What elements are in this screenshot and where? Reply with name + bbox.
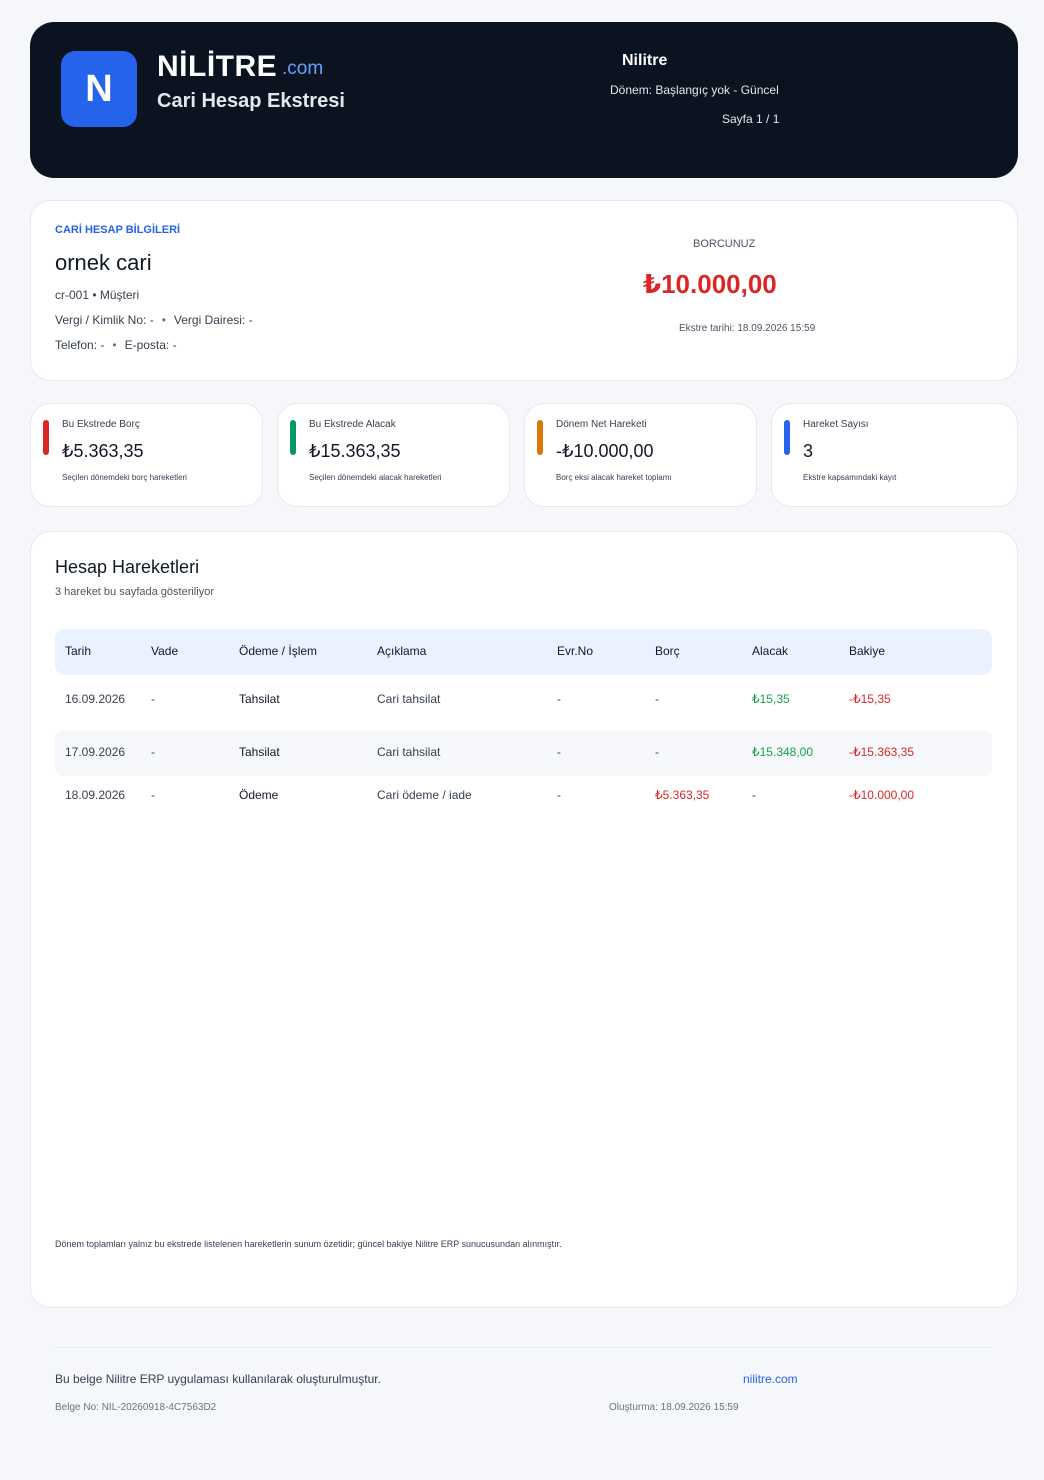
cell-doc-no: -: [557, 745, 561, 759]
kpi-value: -₺10.000,00: [556, 441, 654, 461]
separator-dot: •: [112, 338, 117, 352]
cell-type: Ödeme: [239, 788, 279, 802]
cell-debit: ₺5.363,35: [655, 788, 710, 802]
account-info-card: CARİ HESAP BİLGİLERİ ornek cari cr-001 •…: [30, 200, 1018, 381]
tax-office: Vergi Dairesi: -: [173, 313, 253, 327]
cell-due: -: [151, 692, 155, 706]
movements-card: Hesap Hareketleri 3 hareket bu sayfada g…: [30, 531, 1018, 1308]
movements-footnote: Dönem toplamları yalnız bu ekstrede list…: [55, 1239, 562, 1249]
statement-date: Ekstre tarihi: 18.09.2026 15:59: [679, 323, 816, 334]
column-header-type: Ödeme / İşlem: [239, 644, 318, 658]
period-text: Dönem: Başlangıç yok - Güncel: [610, 83, 779, 97]
cell-date: 17.09.2026: [65, 745, 126, 759]
column-header-debit: Borç: [655, 644, 680, 658]
document-title: Cari Hesap Ekstresi: [157, 90, 345, 112]
separator-dot: •: [161, 313, 166, 327]
footer-site-link[interactable]: nilitre.com: [743, 1372, 798, 1386]
column-header-credit: Alacak: [752, 644, 789, 658]
cell-date: 18.09.2026: [65, 788, 126, 802]
cell-balance: -₺15,35: [849, 692, 891, 706]
column-header-date: Tarih: [65, 644, 92, 658]
balance-label: BORCUNUZ: [693, 238, 756, 250]
cell-description: Cari tahsilat: [377, 692, 441, 706]
kpi-color-bar: [43, 420, 49, 455]
cell-type: Tahsilat: [239, 692, 280, 706]
cell-type: Tahsilat: [239, 745, 280, 759]
kpi-value: ₺5.363,35: [62, 441, 144, 461]
kpi-card-debit: Bu Ekstrede Borç ₺5.363,35 Seçilen dönem…: [30, 403, 263, 507]
movements-subtitle: 3 hareket bu sayfada gösteriliyor: [55, 586, 214, 598]
cell-due: -: [151, 745, 155, 759]
column-header-doc-no: Evr.No: [557, 644, 594, 658]
cell-doc-no: -: [557, 692, 561, 706]
movements-title: Hesap Hareketleri: [55, 557, 200, 577]
brand-suffix: .com: [282, 58, 324, 79]
account-tax-line: Vergi / Kimlik No: - • Vergi Dairesi: -: [55, 313, 253, 327]
cell-credit: ₺15.348,00: [752, 745, 814, 759]
logo-badge: N: [61, 51, 137, 127]
cell-balance: -₺15.363,35: [849, 745, 915, 759]
kpi-card-count: Hareket Sayısı 3 Ekstre kapsamındaki kay…: [771, 403, 1018, 507]
account-section-label: CARİ HESAP BİLGİLERİ: [55, 224, 181, 236]
footer-divider: [55, 1347, 992, 1348]
cell-doc-no: -: [557, 788, 561, 802]
kpi-title: Dönem Net Hareketi: [556, 419, 647, 430]
kpi-value: 3: [803, 441, 814, 461]
brand-name: NİLİTRE: [157, 50, 278, 83]
balance-amount: ₺10.000,00: [643, 269, 777, 299]
kpi-color-bar: [290, 420, 296, 455]
statement-header: N NİLİTRE .com Cari Hesap Ekstresi Nilit…: [30, 22, 1018, 178]
kpi-value: ₺15.363,35: [309, 441, 401, 461]
cell-debit: -: [655, 692, 659, 706]
cell-debit: -: [655, 745, 659, 759]
kpi-note: Ekstre kapsamındaki kayıt: [803, 473, 897, 482]
column-header-balance: Bakiye: [849, 644, 886, 658]
account-name: ornek cari: [55, 250, 152, 275]
column-header-due: Vade: [151, 644, 179, 658]
kpi-card-net: Dönem Net Hareketi -₺10.000,00 Borç eksi…: [524, 403, 757, 507]
kpi-color-bar: [784, 420, 790, 455]
kpi-title: Bu Ekstrede Alacak: [309, 419, 396, 430]
cell-due: -: [151, 788, 155, 802]
kpi-card-credit: Bu Ekstrede Alacak ₺15.363,35 Seçilen dö…: [277, 403, 510, 507]
account-contact-line: Telefon: - • E-posta: -: [55, 338, 177, 352]
column-header-description: Açıklama: [377, 644, 427, 658]
cell-balance: -₺10.000,00: [849, 788, 915, 802]
company-name: Nilitre: [622, 52, 668, 69]
table-row: 17.09.2026 - Tahsilat Cari tahsilat - - …: [55, 730, 992, 776]
tax-number: Vergi / Kimlik No: -: [55, 313, 154, 327]
document-number: Belge No: NIL-20260918-4C7563D2: [55, 1402, 217, 1413]
cell-description: Cari ödeme / iade: [377, 788, 472, 802]
phone: Telefon: -: [55, 338, 105, 352]
page-number: Sayfa 1 / 1: [722, 112, 780, 126]
kpi-note: Borç eksi alacak hareket toplamı: [556, 473, 672, 482]
table-header: Tarih Vade Ödeme / İşlem Açıklama Evr.No…: [55, 629, 992, 675]
kpi-title: Bu Ekstrede Borç: [62, 419, 140, 430]
created-date: Oluşturma: 18.09.2026 15:59: [609, 1402, 739, 1413]
table-row: 16.09.2026 - Tahsilat Cari tahsilat - - …: [55, 677, 992, 723]
kpi-note: Seçilen dönemdeki alacak hareketleri: [309, 473, 442, 482]
cell-description: Cari tahsilat: [377, 745, 441, 759]
email: E-posta: -: [124, 338, 177, 352]
cell-credit: ₺15,35: [752, 692, 790, 706]
cell-credit: -: [752, 788, 756, 802]
table-row: 18.09.2026 - Ödeme Cari ödeme / iade - ₺…: [55, 773, 992, 819]
footer-text: Bu belge Nilitre ERP uygulaması kullanıl…: [55, 1372, 381, 1386]
account-code-line: cr-001 • Müşteri: [55, 288, 140, 302]
cell-date: 16.09.2026: [65, 692, 126, 706]
kpi-note: Seçilen dönemdeki borç hareketleri: [62, 473, 187, 482]
kpi-title: Hareket Sayısı: [803, 419, 869, 430]
kpi-color-bar: [537, 420, 543, 455]
